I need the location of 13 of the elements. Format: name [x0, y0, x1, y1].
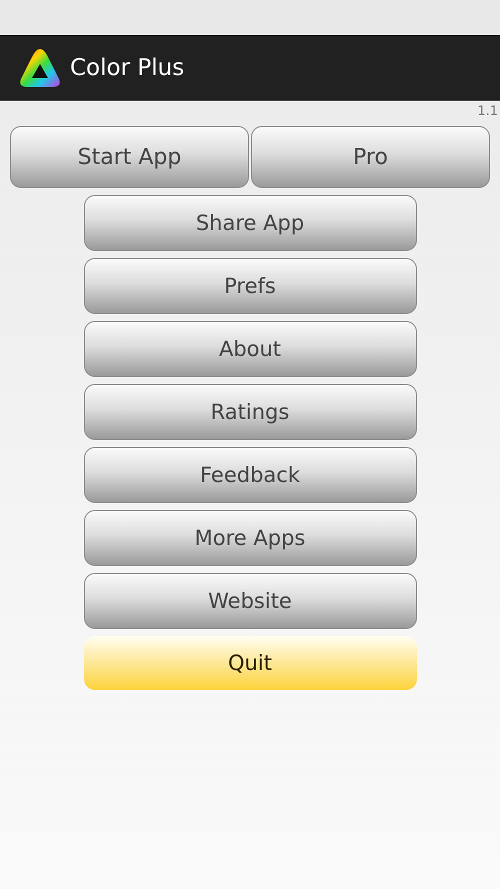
app-logo-icon — [18, 47, 62, 89]
menu-button[interactable]: Ratings — [84, 384, 416, 440]
menu-button[interactable]: Share App — [84, 195, 416, 251]
menu-button[interactable]: Feedback — [84, 447, 416, 503]
menu-button[interactable]: Quit — [84, 636, 416, 690]
top-button[interactable]: Pro — [251, 126, 490, 188]
menu-button[interactable]: About — [84, 321, 416, 377]
app-title: Color Plus — [70, 55, 184, 81]
menu-button[interactable]: Prefs — [84, 258, 416, 314]
menu-button[interactable]: Website — [84, 573, 416, 629]
version-label: 1.1 — [477, 104, 498, 121]
menu-button[interactable]: More Apps — [84, 510, 416, 566]
top-button[interactable]: Start App — [10, 126, 249, 188]
